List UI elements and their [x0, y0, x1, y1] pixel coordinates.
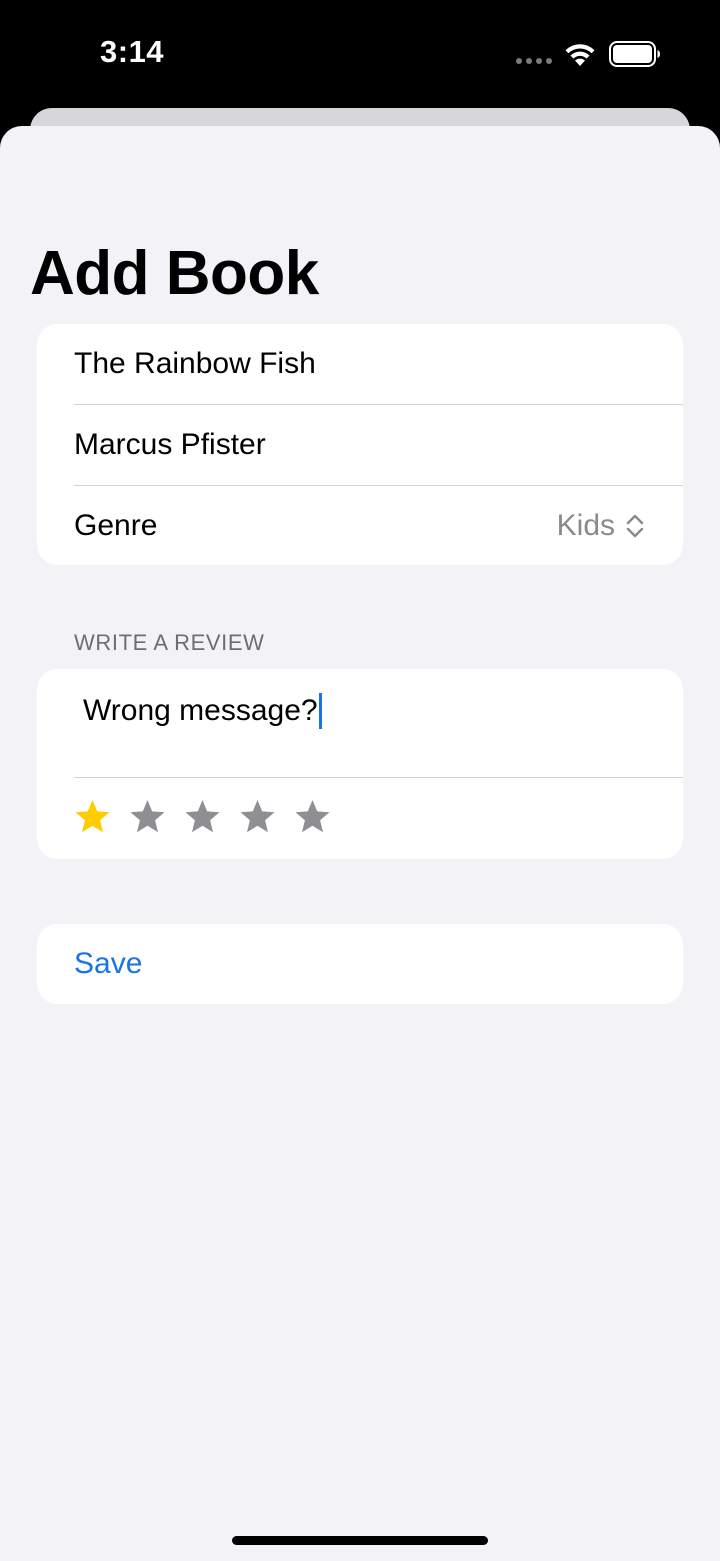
genre-picker[interactable]: Kids	[557, 486, 645, 565]
page-title: Add Book	[30, 239, 319, 308]
review-card: Wrong message?	[37, 669, 683, 859]
divider	[74, 777, 683, 778]
star-icon[interactable]	[294, 799, 331, 835]
book-details-card: The Rainbow Fish Marcus Pfister Genre Ki…	[37, 324, 683, 565]
save-button[interactable]: Save	[74, 924, 142, 1004]
review-text-editor[interactable]: Wrong message?	[83, 689, 322, 733]
book-title-field[interactable]: The Rainbow Fish	[74, 324, 683, 404]
star-icon[interactable]	[184, 799, 221, 835]
screen: 3:14 Add Book The Rainbow Fish Marcus Pf…	[0, 0, 720, 1561]
section-header: WRITE A REVIEW	[74, 630, 265, 655]
genre-label: Genre	[74, 509, 158, 542]
review-text: Wrong message?	[83, 694, 318, 727]
status-bar: 3:14	[0, 0, 720, 108]
status-time: 3:14	[100, 34, 165, 69]
chevron-up-down-icon	[626, 514, 644, 538]
star-icon[interactable]	[74, 799, 111, 835]
home-indicator[interactable]	[232, 1536, 488, 1545]
battery-icon	[609, 41, 660, 67]
wifi-icon	[565, 44, 595, 66]
author-field[interactable]: Marcus Pfister	[74, 405, 683, 485]
signal-dots-icon	[516, 58, 552, 64]
star-icon[interactable]	[239, 799, 276, 835]
text-cursor	[318, 693, 322, 729]
save-card: Save	[37, 924, 683, 1004]
star-icon[interactable]	[129, 799, 166, 835]
rating-stars	[74, 799, 331, 835]
genre-value: Kids	[556, 509, 615, 542]
add-book-sheet: Add Book The Rainbow Fish Marcus Pfister…	[0, 126, 720, 1561]
